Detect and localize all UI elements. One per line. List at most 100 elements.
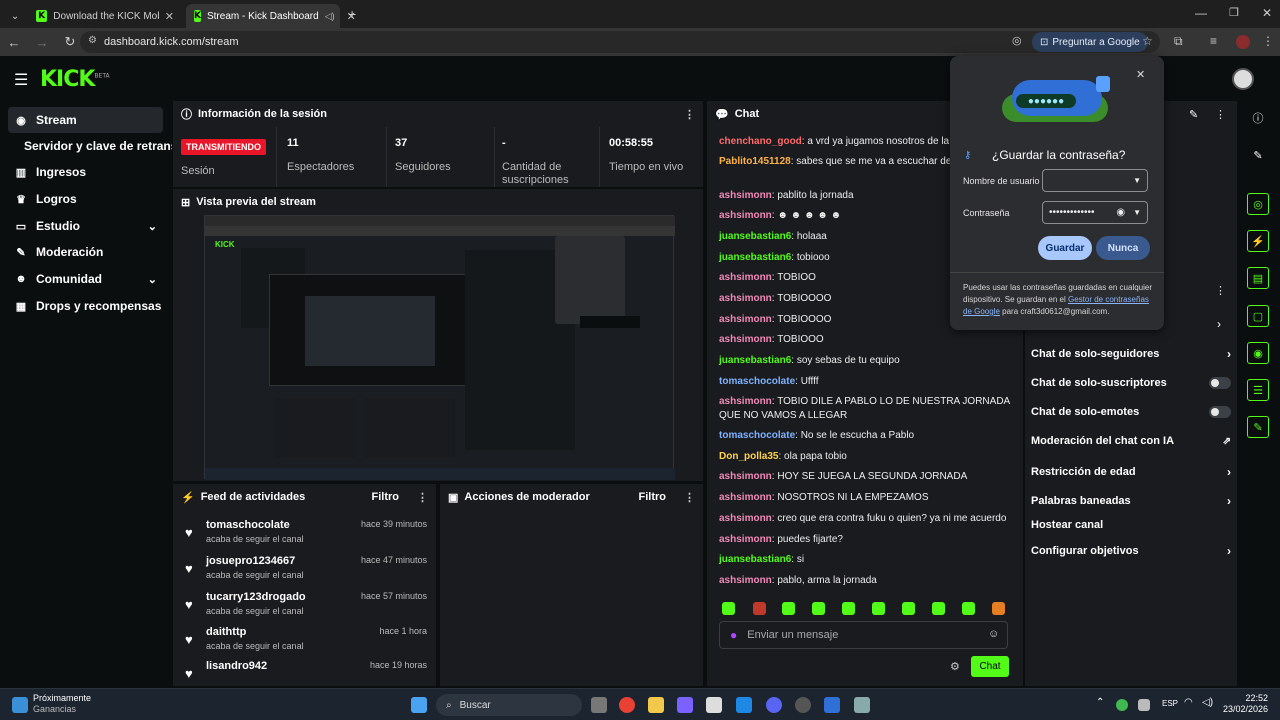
activity-feed-item[interactable]: ♥ tomaschocolate acaba de seguir el canal h… — [181, 519, 429, 551]
browser-tab-download[interactable]: K Download the KICK Mobile & T ✕ — [28, 4, 182, 28]
chat-message[interactable]: tomaschocolate: Uffff — [719, 375, 1019, 389]
chat-username[interactable]: ashsimonn — [719, 575, 772, 586]
filter-button[interactable]: Filtro — [639, 491, 667, 503]
chat-username[interactable]: juansebastian6 — [719, 355, 791, 366]
site-info-icon[interactable]: ⚙ — [88, 35, 97, 46]
chat-setting-item[interactable]: Moderación del chat con IA ⇗ — [1031, 435, 1231, 447]
language-indicator[interactable]: ESP — [1162, 699, 1178, 708]
address-bar[interactable]: ⚙ dashboard.kick.com/stream ◎ ⊡ Pregunta… — [80, 31, 1160, 53]
toggle-switch[interactable] — [1209, 377, 1231, 389]
activity-feed-item[interactable]: ♥ tucarry123drogado acaba de seguir el can… — [181, 591, 429, 623]
mail-icon[interactable] — [736, 697, 752, 713]
chat-icon[interactable]: ▢ — [1247, 305, 1269, 327]
emote-icon[interactable] — [753, 602, 766, 615]
show-password-eye-icon[interactable]: ◉ — [1116, 207, 1125, 218]
chat-username[interactable]: ashsimonn — [719, 190, 772, 201]
send-chat-button[interactable]: Chat — [971, 656, 1009, 677]
browser-menu-icon[interactable]: ⋮ — [1262, 34, 1274, 48]
forward-button[interactable]: → — [28, 28, 56, 56]
chat-username[interactable]: ashsimonn — [719, 513, 772, 524]
chat-username[interactable]: ashsimonn — [719, 210, 772, 221]
chat-message[interactable]: chenchano_good: a vrd ya jugamos nosotro… — [719, 135, 951, 149]
close-popup-icon[interactable]: ✕ — [1136, 68, 1145, 81]
chat-message[interactable]: juansebastian6: si — [719, 553, 1019, 567]
media-icon[interactable]: ≡ — [1210, 34, 1217, 48]
chat-message-input[interactable]: ● Enviar un mensaje ☺ — [719, 621, 1008, 649]
pencil-icon[interactable]: ✎ — [1247, 144, 1269, 166]
chat-message[interactable]: ashsimonn: TOBIOOO — [719, 333, 1019, 347]
chat-setting-item[interactable]: Hostear canal — [1031, 519, 1231, 531]
chat-setting-item[interactable]: Chat de solo-emotes — [1031, 406, 1231, 418]
layers-icon[interactable]: ☰ — [1247, 379, 1269, 401]
chat-setting-item[interactable]: Restricción de edad › — [1031, 465, 1231, 479]
github-icon[interactable] — [795, 697, 811, 713]
more-options-icon[interactable]: ⋮ — [1215, 284, 1226, 297]
emote-icon[interactable] — [842, 602, 855, 615]
dropdown-arrow-icon[interactable]: ▼ — [1133, 176, 1141, 185]
task-view-icon[interactable] — [591, 697, 607, 713]
wifi-icon[interactable]: ◠ — [1184, 697, 1193, 708]
chat-message[interactable]: ashsimonn: creo que era contra fuku o qu… — [719, 512, 1019, 526]
tab-list-button[interactable]: ⌄ — [4, 4, 26, 28]
save-password-button[interactable]: Guardar — [1038, 236, 1092, 260]
copilot-icon[interactable] — [677, 697, 693, 713]
username-field[interactable]: ▼ — [1042, 169, 1148, 192]
sidebar-item-server-key[interactable]: Servidor y clave de retransm — [8, 133, 172, 159]
new-tab-button[interactable]: + — [348, 6, 356, 22]
close-tab-icon[interactable]: ✕ — [165, 10, 174, 23]
clock[interactable]: 22:52 23/02/2026 — [1218, 693, 1268, 715]
more-options-icon[interactable]: ⋮ — [684, 491, 695, 504]
sidebar-item-logros[interactable]: ♛ Logros — [8, 186, 163, 212]
chevron-right-icon[interactable]: › — [1217, 317, 1221, 331]
chat-message[interactable]: ashsimonn: NOSOTROS NI LA EMPEZAMOS — [719, 491, 1019, 505]
emote-icon[interactable] — [782, 602, 795, 615]
emote-icon[interactable] — [812, 602, 825, 615]
stream-preview-video[interactable]: KICK — [204, 215, 675, 480]
chat-username[interactable]: ashsimonn — [719, 534, 772, 545]
bolt-icon[interactable]: ⚡ — [1247, 230, 1269, 252]
chat-setting-item[interactable]: Chat de solo-suscriptores — [1031, 377, 1231, 389]
chat-setting-item[interactable]: Chat de solo-seguidores › — [1031, 347, 1231, 361]
emote-icon[interactable] — [932, 602, 945, 615]
info-icon[interactable]: ⓘ — [1247, 107, 1269, 129]
wrench-icon[interactable]: ✎ — [1247, 416, 1269, 438]
emoji-icon[interactable]: ☺ — [988, 628, 999, 640]
discord-icon[interactable] — [766, 697, 782, 713]
chat-username[interactable]: ashsimonn — [719, 314, 772, 325]
chat-username[interactable]: tomaschocolate — [719, 376, 795, 387]
activity-feed-item[interactable]: ♥ josuepro1234667 acaba de seguir el canal… — [181, 555, 429, 587]
close-window-button[interactable]: ✕ — [1262, 6, 1272, 20]
chat-username[interactable]: ashsimonn — [719, 396, 772, 407]
chat-setting-item[interactable]: Palabras baneadas › — [1031, 494, 1231, 508]
chat-username[interactable]: juansebastian6 — [719, 252, 791, 263]
bookmark-star-icon[interactable]: ☆ — [1142, 34, 1153, 48]
emote-icon[interactable] — [962, 602, 975, 615]
chat-message[interactable]: Don_polla35: ola papa tobio — [719, 450, 1019, 464]
emote-icon[interactable] — [902, 602, 915, 615]
doc-icon[interactable]: ▤ — [1247, 267, 1269, 289]
app-icon[interactable] — [824, 697, 840, 713]
file-explorer-icon[interactable] — [648, 697, 664, 713]
sidebar-item-estudio[interactable]: ▭ Estudio ⌄ — [8, 213, 163, 239]
chat-username[interactable]: Pablito1451128 — [719, 156, 791, 167]
chat-username[interactable]: chenchano_good — [719, 136, 802, 147]
chat-settings-gear-icon[interactable]: ⚙ — [950, 660, 960, 673]
edit-icon[interactable]: ✎ — [1189, 108, 1198, 121]
target-icon[interactable]: ◎ — [1247, 193, 1269, 215]
tray-app-icon[interactable] — [1116, 699, 1128, 711]
profile-avatar[interactable] — [1236, 35, 1250, 49]
chat-username[interactable]: juansebastian6 — [719, 231, 791, 242]
activity-feed-item[interactable]: ♥ lisandro942 hace 19 horas — [181, 660, 429, 684]
volume-icon[interactable]: ◁) — [1202, 697, 1213, 708]
audio-icon[interactable]: ◁) — [325, 11, 335, 22]
chat-username[interactable]: Don_polla35 — [719, 451, 778, 462]
sidebar-item-ingresos[interactable]: ▥ Ingresos — [8, 159, 163, 185]
browser-tab-dashboard[interactable]: K Stream - Kick Dashboard ◁) ✕ — [186, 4, 356, 28]
chat-message[interactable]: ashsimonn: HOY SE JUEGA LA SEGUNDA JORNA… — [719, 470, 1019, 484]
chat-setting-item[interactable]: Configurar objetivos › — [1031, 544, 1231, 558]
microphone-icon[interactable]: ● — [730, 628, 737, 642]
weather-widget-icon[interactable] — [12, 697, 28, 713]
chat-message[interactable]: ashsimonn: TOBIO DILE A PABLO LO DE NUES… — [719, 395, 1019, 423]
taskbar-search[interactable]: ⌕ Buscar — [436, 694, 582, 716]
extensions-icon[interactable]: ⧉ — [1174, 34, 1183, 49]
